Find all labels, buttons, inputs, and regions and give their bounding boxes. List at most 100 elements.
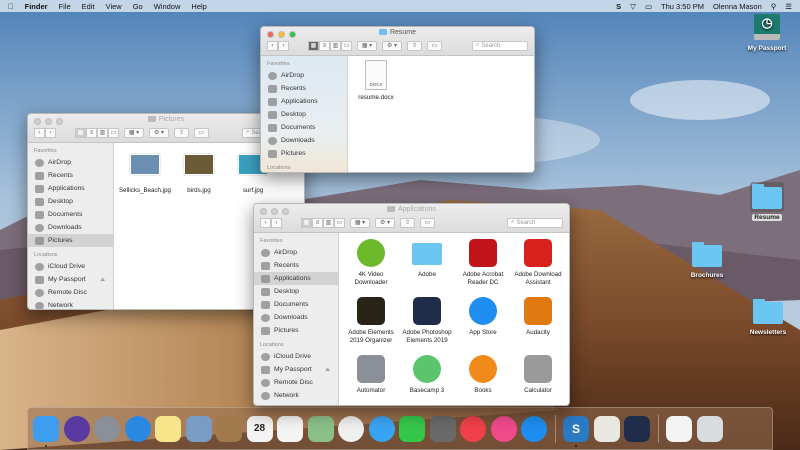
action-gear-button[interactable]: ⚙ ▾ [375,217,395,228]
tags-button[interactable]: ▭ [420,217,435,228]
messages-icon[interactable] [368,415,395,442]
desktop-icon-resume[interactable]: Resume [742,182,792,221]
file-item-audacity[interactable]: Audacity [510,297,566,337]
menu-finder[interactable]: Finder [25,2,48,11]
launchpad-icon[interactable] [94,415,120,442]
app-store-icon[interactable] [521,415,547,442]
notes-icon[interactable] [155,415,181,442]
file-item-adobe-elements-2019-organizer[interactable]: Adobe Elements 2019 Organizer [343,297,399,344]
icon-view-button[interactable]: ▦ [75,127,86,138]
file-item-adobe[interactable]: Adobe [399,239,455,279]
forward-button[interactable]: › [45,127,56,138]
column-view-button[interactable]: ▥ [323,217,334,228]
action-gear-button[interactable]: ⚙ ▾ [382,40,402,51]
calendar-icon[interactable]: 28 [246,415,273,442]
document-icon[interactable] [666,415,692,442]
news-icon[interactable] [460,415,486,442]
back-button[interactable]: ‹ [260,217,271,228]
spotlight-icon[interactable]: ⚲ [771,2,777,11]
siri-icon[interactable] [63,415,90,442]
file-item-resume-docx[interactable]: DOCX resume.docx [348,60,404,102]
file-item-4k-video-downloader[interactable]: 4K Video Downloader [343,239,399,286]
photoshop-elements-icon[interactable] [624,415,650,442]
sidebar-item-desktop[interactable]: Desktop [254,285,338,298]
gallery-view-button[interactable]: ▭ [108,127,119,138]
tags-button[interactable]: ▭ [427,40,442,51]
share-button[interactable]: ⇧ [400,217,415,228]
facetime-icon[interactable] [399,415,425,442]
desktop-icon-brochures[interactable]: Brochures [682,242,732,279]
sidebar-item-recents[interactable]: Recents [261,82,347,95]
sidebar-item-desktop[interactable]: Desktop [261,108,347,121]
file-item-automator[interactable]: Automator [343,355,399,395]
forward-button[interactable]: › [278,40,289,51]
file-item-adobe-acrobat-reader-dc[interactable]: Adobe Acrobat Reader DC [455,239,511,286]
sidebar-item-documents[interactable]: Documents [254,298,338,311]
contacts-icon[interactable] [216,415,242,442]
sidebar-item-pictures[interactable]: Pictures [261,147,347,160]
menu-view[interactable]: View [106,2,122,11]
sidebar-item-remote-disc[interactable]: Remote Disc [28,286,113,299]
sidebar-item-downloads[interactable]: Downloads [261,134,347,147]
desktop-icon-newsletters[interactable]: Newsletters [743,299,793,336]
sidebar-item-airdrop[interactable]: AirDrop [28,156,113,169]
list-view-button[interactable]: ≡ [312,217,323,228]
file-item-calculator[interactable]: Calculator [510,355,566,395]
safari-icon[interactable] [124,415,151,442]
file-item-app-store[interactable]: App Store [455,297,511,337]
menu-file[interactable]: File [59,2,71,11]
photos-icon[interactable] [338,415,364,442]
sidebar-item-icloud-drive[interactable]: iCloud Drive [254,350,338,363]
eject-icon[interactable]: ⏏ [100,277,105,283]
system-preferences-icon[interactable] [429,415,456,442]
sidebar-item-applications[interactable]: Applications [261,95,347,108]
sidebar-item-network[interactable]: Network [28,299,113,309]
group-by-button[interactable]: ▦ ▾ [124,127,144,138]
sidebar-item-pictures[interactable]: Pictures [28,234,113,247]
search-field[interactable]: ⌕Search [507,217,563,228]
finder-icon[interactable] [33,415,59,447]
airplay-icon[interactable]: ▭ [645,2,652,11]
sidebar-item-downloads[interactable]: Downloads [254,311,338,324]
back-button[interactable]: ‹ [267,40,278,51]
back-button[interactable]: ‹ [34,127,45,138]
notification-center-icon[interactable]: ☰ [785,2,792,11]
sidebar-item-applications[interactable]: Applications [28,182,113,195]
file-item-basecamp-3[interactable]: Basecamp 3 [399,355,455,395]
reminders-icon[interactable] [277,415,303,442]
group-by-button[interactable]: ▦ ▾ [350,217,370,228]
column-view-button[interactable]: ▥ [97,127,108,138]
sidebar-item-my-passport[interactable]: My Passport ⏏ [254,363,338,376]
snagit-icon[interactable]: S [563,415,589,447]
icon-view-button[interactable]: ▦ [308,40,319,51]
column-view-button[interactable]: ▥ [330,40,341,51]
user-name[interactable]: Olenna Mason [713,2,762,11]
gallery-view-button[interactable]: ▭ [341,40,352,51]
tags-button[interactable]: ▭ [194,127,209,138]
list-view-button[interactable]: ≡ [319,40,330,51]
list-view-button[interactable]: ≡ [86,127,97,138]
maps-icon[interactable] [307,415,334,442]
file-item-adobe-photoshop-elements-2019[interactable]: Adobe Photoshop Elements 2019 [399,297,455,344]
sidebar-item-network[interactable]: Network [254,389,338,402]
textedit-icon[interactable] [593,415,620,442]
menu-window[interactable]: Window [154,2,181,11]
sidebar-item-airdrop[interactable]: AirDrop [261,69,347,82]
eject-icon[interactable]: ⏏ [325,367,330,373]
menu-edit[interactable]: Edit [82,2,95,11]
file-item-sellicks-beach-jpg[interactable]: Sellicks_Beach.jpg [117,151,173,195]
icon-view-button[interactable]: ▦ [301,217,312,228]
sidebar-item-pictures[interactable]: Pictures [254,324,338,337]
sidebar-item-my-passport[interactable]: My Passport ⏏ [28,273,113,286]
sidebar-item-documents[interactable]: Documents [261,121,347,134]
wifi-icon[interactable]: ▽ [630,2,636,11]
apple-menu-icon[interactable]:  [8,2,14,11]
desktop-icon-my-passport[interactable]: ◷ My Passport [742,14,792,52]
sidebar-item-downloads[interactable]: Downloads [28,221,113,234]
group-by-button[interactable]: ▦ ▾ [357,40,377,51]
snagit-menu-icon[interactable]: S [616,2,621,11]
sidebar-item-remote-disc[interactable]: Remote Disc [254,376,338,389]
gallery-view-button[interactable]: ▭ [334,217,345,228]
file-item-birds-jpg[interactable]: birds.jpg [171,151,227,195]
action-gear-button[interactable]: ⚙ ▾ [149,127,169,138]
